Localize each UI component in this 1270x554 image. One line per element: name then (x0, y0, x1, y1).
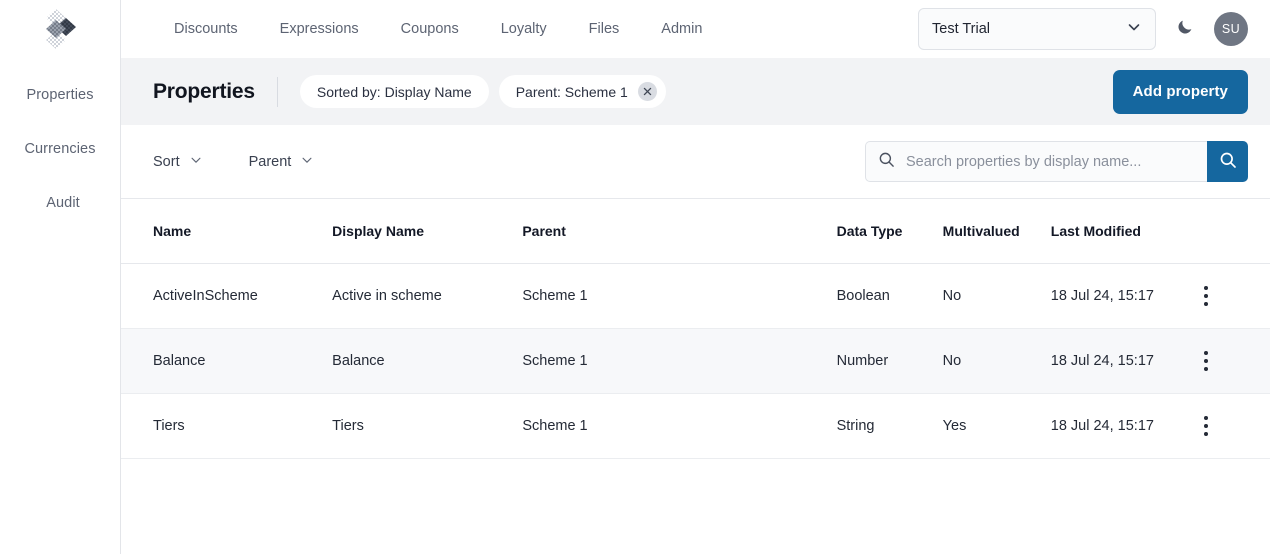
top-navigation-bar: Discounts Expressions Coupons Loyalty Fi… (121, 0, 1270, 58)
cell-multivalued: No (942, 263, 1051, 330)
column-header-parent[interactable]: Parent (522, 199, 837, 265)
column-header-display-name[interactable]: Display Name (332, 199, 523, 265)
avatar-initials: SU (1221, 22, 1241, 36)
tenant-select[interactable]: Test Trial (918, 8, 1156, 50)
column-header-name[interactable]: Name (121, 199, 333, 265)
cell-actions (1194, 393, 1270, 460)
moon-icon (1176, 17, 1195, 41)
chip-label: Sorted by: Display Name (316, 83, 472, 100)
sort-dropdown-label: Sort (153, 153, 180, 170)
cell-data-type: Number (836, 328, 943, 395)
sidebar-item-label: Audit (46, 195, 80, 211)
search-icon (1219, 151, 1237, 172)
chip-parent-filter[interactable]: Parent: Scheme 1 (498, 75, 666, 108)
cell-parent: Scheme 1 (522, 328, 837, 395)
sidebar-item-label: Properties (26, 87, 94, 103)
sidebar-item-properties[interactable]: Properties (0, 68, 120, 122)
kebab-menu-icon[interactable] (1195, 286, 1217, 307)
search-container (865, 141, 1248, 182)
search-icon (878, 151, 895, 173)
cell-data-type: String (836, 393, 943, 460)
cell-name: Balance (121, 328, 333, 395)
cell-actions (1194, 263, 1270, 330)
nav-link-files[interactable]: Files (568, 21, 641, 37)
sidebar-nav: Properties Currencies Audit (0, 58, 120, 230)
page-title: Properties (153, 79, 255, 103)
top-nav-links: Discounts Expressions Coupons Loyalty Fi… (153, 21, 723, 37)
table-row[interactable]: Tiers Tiers Scheme 1 String Yes 18 Jul 2… (121, 393, 1270, 460)
properties-table: Name Display Name Parent Data Type Multi… (121, 199, 1270, 460)
sidebar-item-audit[interactable]: Audit (0, 176, 120, 230)
cell-last-modified: 18 Jul 24, 15:17 (1050, 393, 1195, 460)
column-header-actions (1194, 199, 1270, 265)
active-filter-chips: Sorted by: Display Name Parent: Scheme 1 (299, 75, 666, 108)
properties-table-container: Name Display Name Parent Data Type Multi… (121, 199, 1270, 554)
chip-sorted-by[interactable]: Sorted by: Display Name (299, 75, 489, 108)
kebab-menu-icon[interactable] (1195, 416, 1217, 437)
column-header-data-type[interactable]: Data Type (836, 199, 943, 265)
page-header-bar: Properties Sorted by: Display Name Paren… (121, 58, 1270, 125)
cell-name: Tiers (121, 393, 333, 460)
nav-link-admin[interactable]: Admin (640, 21, 723, 37)
chip-label: Parent: Scheme 1 (515, 83, 628, 100)
chevron-down-icon (189, 153, 203, 171)
title-divider (276, 76, 278, 107)
cell-parent: Scheme 1 (522, 393, 837, 460)
table-row[interactable]: ActiveInScheme Active in scheme Scheme 1… (121, 263, 1270, 330)
search-box[interactable] (865, 141, 1207, 182)
chevron-down-icon (300, 153, 314, 171)
parent-dropdown[interactable]: Parent (249, 153, 333, 171)
close-icon[interactable] (637, 82, 657, 101)
nav-link-coupons[interactable]: Coupons (380, 21, 480, 37)
nav-link-loyalty[interactable]: Loyalty (480, 21, 568, 37)
dark-mode-toggle[interactable] (1170, 14, 1200, 44)
sort-dropdown[interactable]: Sort (153, 153, 221, 171)
app-root: Properties Currencies Audit Discounts Ex… (0, 0, 1270, 554)
filter-toolbar: Sort Parent (121, 125, 1270, 199)
cell-parent: Scheme 1 (522, 263, 837, 330)
table-row[interactable]: Balance Balance Scheme 1 Number No 18 Ju… (121, 328, 1270, 395)
table-header-row: Name Display Name Parent Data Type Multi… (121, 199, 1270, 265)
kebab-menu-icon[interactable] (1195, 351, 1217, 372)
logo-container[interactable] (0, 0, 120, 58)
column-header-multivalued[interactable]: Multivalued (942, 199, 1051, 265)
cell-actions (1194, 328, 1270, 395)
add-property-button[interactable]: Add property (1112, 69, 1248, 114)
main-content: Discounts Expressions Coupons Loyalty Fi… (121, 0, 1270, 554)
chevron-down-icon (1126, 19, 1142, 39)
cell-data-type: Boolean (836, 263, 943, 330)
tenant-select-value: Test Trial (932, 21, 991, 37)
app-logo-diamond-icon (46, 9, 76, 49)
sidebar-item-label: Currencies (24, 141, 96, 157)
sidebar-item-currencies[interactable]: Currencies (0, 122, 120, 176)
sidebar: Properties Currencies Audit (0, 0, 121, 554)
search-submit-button[interactable] (1207, 141, 1248, 182)
search-input[interactable] (906, 153, 1195, 170)
cell-multivalued: Yes (942, 393, 1051, 460)
top-nav-actions: Test Trial SU (918, 8, 1248, 50)
cell-display-name: Tiers (332, 393, 523, 460)
cell-name: ActiveInScheme (121, 263, 333, 330)
column-header-last-modified[interactable]: Last Modified (1050, 199, 1195, 265)
table-body: ActiveInScheme Active in scheme Scheme 1… (121, 263, 1270, 460)
cell-display-name: Balance (332, 328, 523, 395)
cell-multivalued: No (942, 328, 1051, 395)
parent-dropdown-label: Parent (248, 153, 292, 170)
avatar[interactable]: SU (1214, 12, 1248, 46)
table-header: Name Display Name Parent Data Type Multi… (121, 199, 1270, 265)
cell-last-modified: 18 Jul 24, 15:17 (1050, 263, 1195, 330)
cell-display-name: Active in scheme (332, 263, 523, 330)
nav-link-discounts[interactable]: Discounts (153, 21, 259, 37)
nav-link-expressions[interactable]: Expressions (259, 21, 380, 37)
cell-last-modified: 18 Jul 24, 15:17 (1050, 328, 1195, 395)
